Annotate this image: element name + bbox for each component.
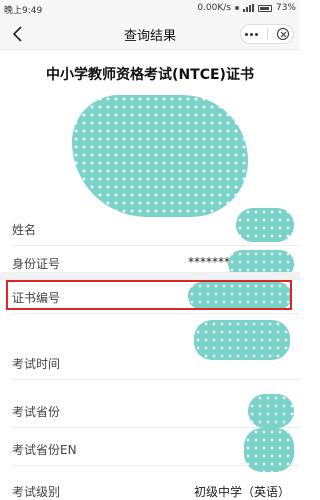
field-label: 考试省份 bbox=[12, 405, 61, 419]
alarm-icon bbox=[234, 6, 239, 10]
status-bar: 晚上9:49 0.00K/s 73% bbox=[0, 0, 300, 18]
field-label: 身份证号 bbox=[12, 257, 61, 271]
mini-program-capsule bbox=[240, 24, 294, 44]
close-circle-icon[interactable] bbox=[276, 28, 289, 40]
highlight-box bbox=[6, 280, 292, 310]
field-label: 考试级别 bbox=[12, 485, 61, 499]
status-time: 晚上9:49 bbox=[4, 6, 43, 16]
row-divider bbox=[12, 379, 300, 380]
redaction-mask bbox=[244, 428, 294, 472]
field-row-exam-level: 考试级别 初级中学（英语） bbox=[0, 474, 300, 500]
row-divider bbox=[12, 313, 300, 314]
redaction-mask bbox=[248, 394, 294, 428]
certificate-heading: 中小学教师资格考试(NTCE)证书 bbox=[46, 67, 254, 83]
field-label: 姓名 bbox=[12, 223, 37, 237]
battery-percent: 73% bbox=[275, 3, 296, 13]
field-label: 考试省份EN bbox=[12, 443, 77, 457]
network-speed: 0.00K/s bbox=[197, 3, 231, 13]
redaction-mask bbox=[194, 320, 290, 360]
redaction-mask bbox=[236, 208, 294, 242]
capsule-divider bbox=[266, 28, 268, 40]
section-divider bbox=[0, 272, 300, 280]
status-indicators: 0.00K/s 73% bbox=[197, 3, 296, 13]
field-label: 考试时间 bbox=[12, 357, 61, 371]
masked-photo bbox=[72, 95, 248, 217]
signal-icon bbox=[242, 4, 254, 12]
more-dots-icon[interactable] bbox=[245, 32, 259, 36]
battery-icon bbox=[257, 4, 272, 12]
navigation-bar: 查询结果 bbox=[0, 18, 300, 50]
field-value: 初级中学（英语） bbox=[193, 485, 290, 499]
